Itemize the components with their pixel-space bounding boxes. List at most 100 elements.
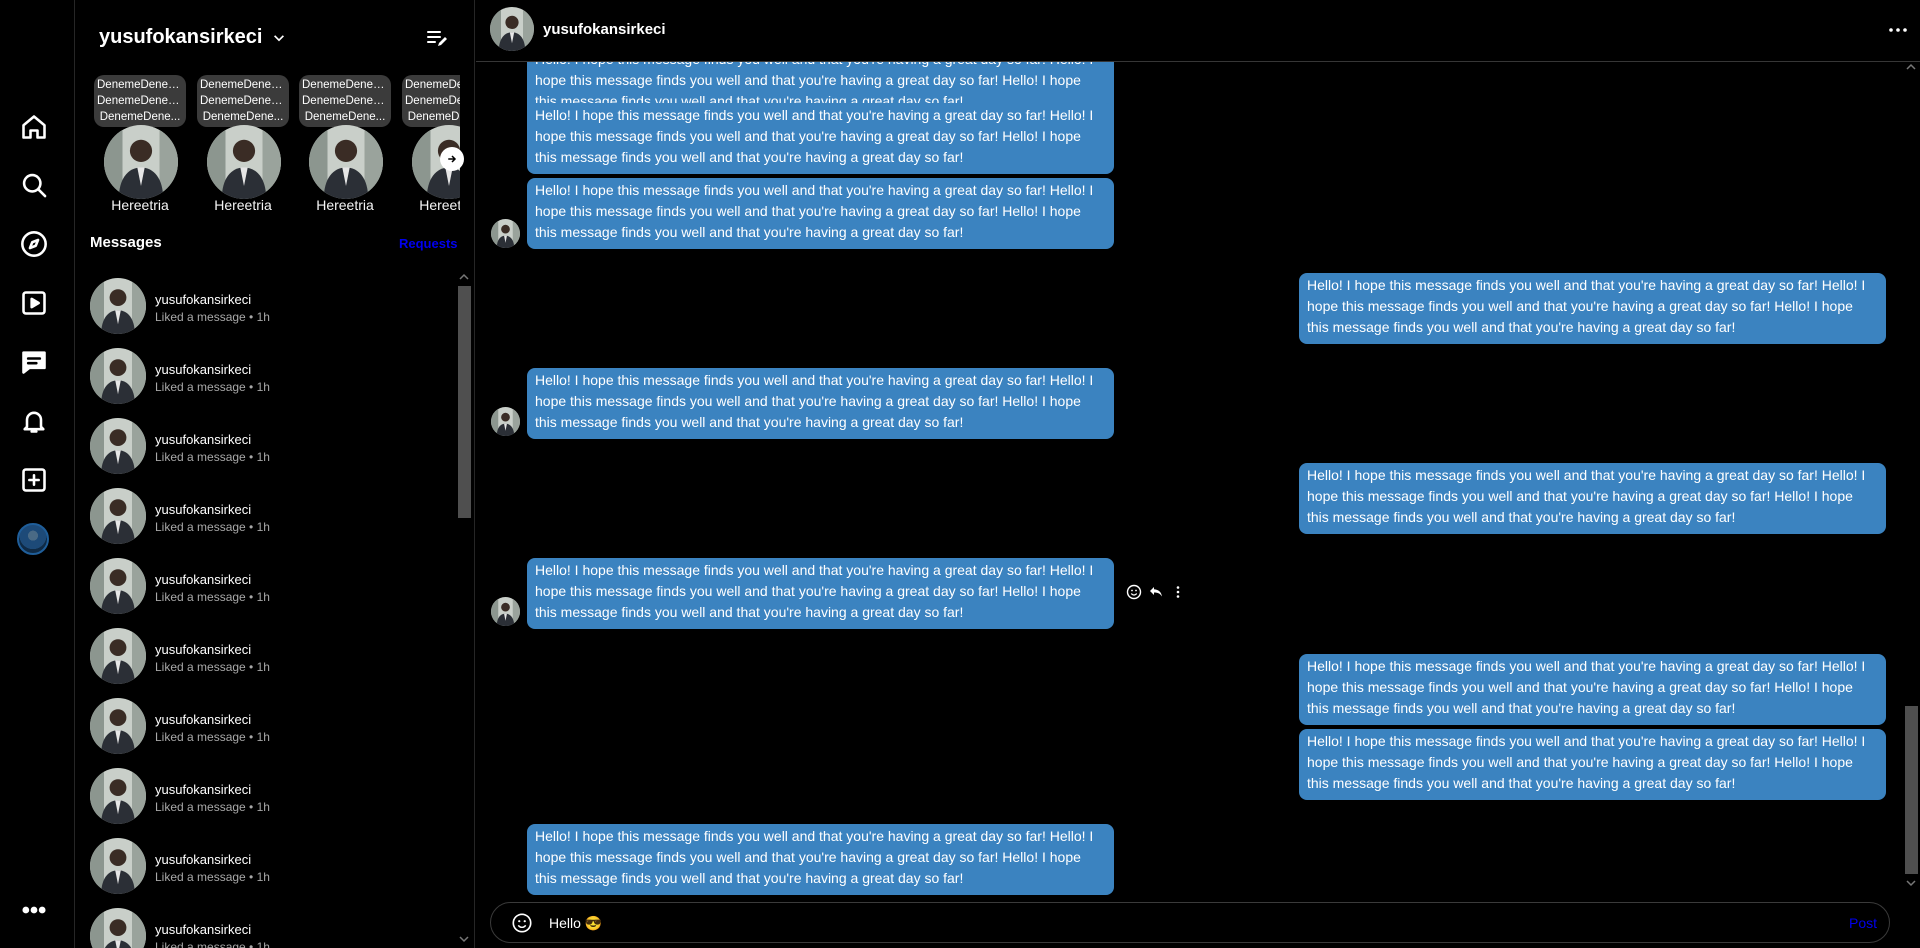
outgoing-message[interactable]: Hello! I hope this message finds you wel…	[1299, 273, 1886, 344]
avatar	[491, 597, 520, 626]
messages-heading: Messages	[90, 234, 162, 251]
create-icon[interactable]	[18, 464, 50, 496]
conversation-sidebar: yusufokansirkeci DenemeDeneme DenemeDenem…	[75, 0, 475, 948]
account-name: yusufokansirkeci	[99, 26, 263, 48]
incoming-message[interactable]: Hello! I hope this message finds you wel…	[527, 103, 1114, 174]
account-switcher[interactable]: yusufokansirkeci	[99, 26, 286, 49]
scrollbar[interactable]	[455, 268, 473, 948]
conversation-name: yusufokansirkeci	[155, 432, 252, 447]
avatar	[309, 125, 383, 199]
avatar	[90, 418, 146, 474]
scroll-down-icon[interactable]	[455, 934, 473, 944]
stories-next-button[interactable]	[440, 147, 464, 171]
conversation-preview: Liked a message • 1h	[155, 380, 270, 394]
outgoing-message[interactable]: Hello! I hope this message finds you wel…	[1299, 654, 1886, 725]
more-icon[interactable]	[18, 894, 50, 926]
react-icon[interactable]	[1126, 584, 1142, 600]
avatar	[90, 488, 146, 544]
conversation-item[interactable]: yusufokansirkeci Liked a message • 1h	[90, 274, 440, 338]
conversation-item[interactable]: yusufokansirkeci Liked a message • 1h	[90, 484, 440, 548]
avatar	[491, 219, 520, 248]
story-item[interactable]: DenemeDenemeDenemeDenemeDenemeDene... He…	[299, 75, 391, 215]
new-message-icon[interactable]	[425, 26, 449, 50]
conversation-item[interactable]: yusufokansirkeci Liked a message • 1h	[90, 554, 440, 618]
conversation-name: yusufokansirkeci	[155, 782, 252, 797]
avatar	[491, 407, 520, 436]
conversation-preview: Liked a message • 1h	[155, 730, 270, 744]
story-name: Hereetria	[214, 197, 272, 213]
avatar[interactable]	[490, 7, 534, 51]
conversation-preview: Liked a message • 1h	[155, 870, 270, 884]
home-icon[interactable]	[18, 111, 50, 143]
incoming-message[interactable]: Hello! I hope this message finds you wel…	[527, 558, 1114, 629]
requests-link[interactable]: Requests	[399, 236, 458, 251]
avatar	[207, 125, 281, 199]
scrollbar[interactable]	[1902, 62, 1920, 892]
scroll-down-icon[interactable]	[1902, 878, 1920, 888]
conversation-item[interactable]: yusufokansirkeci Liked a message • 1h	[90, 344, 440, 408]
avatar	[90, 838, 146, 894]
chat-title[interactable]: yusufokansirkeci	[543, 21, 666, 38]
outgoing-message[interactable]: Hello! I hope this message finds you wel…	[1299, 729, 1886, 800]
avatar	[90, 768, 146, 824]
incoming-message[interactable]: Hello! I hope this message finds you wel…	[527, 824, 1114, 895]
conversation-item[interactable]: yusufokansirkeci Liked a message • 1h	[90, 624, 440, 688]
outgoing-message[interactable]: Hello! I hope this message finds you wel…	[1299, 463, 1886, 534]
story-item[interactable]: DenemeDenemeDenemeDenemeDenemeDene... He…	[197, 75, 289, 215]
conversation-name: yusufokansirkeci	[155, 572, 252, 587]
message-composer: Post	[490, 902, 1890, 943]
notes-strip: DenemeDeneme DenemeDeneme DenemeDene... He…	[94, 75, 460, 215]
search-icon[interactable]	[18, 169, 50, 201]
story-note: DenemeDenemeDenemeDenemeDenemeDene...	[299, 75, 391, 127]
story-item[interactable]: DenemeDenemeDenemeDenemeDenemeDene... He…	[402, 75, 460, 215]
avatar	[90, 908, 146, 948]
more-vertical-icon[interactable]	[1170, 584, 1186, 600]
scroll-up-icon[interactable]	[455, 272, 473, 282]
messages-icon[interactable]	[18, 346, 50, 378]
post-button[interactable]: Post	[1849, 915, 1877, 931]
chat-header: yusufokansirkeci	[476, 0, 1920, 62]
avatar	[90, 348, 146, 404]
conversation-name: yusufokansirkeci	[155, 642, 252, 657]
message-input[interactable]	[549, 912, 1789, 934]
conversation-item[interactable]: yusufokansirkeci Liked a message • 1h	[90, 904, 440, 948]
conversation-name: yusufokansirkeci	[155, 922, 252, 937]
story-name: Hereetria	[419, 197, 460, 213]
emoji-icon[interactable]	[511, 912, 533, 934]
chevron-down-icon	[274, 34, 285, 41]
conversation-preview: Liked a message • 1h	[155, 590, 270, 604]
conversation-name: yusufokansirkeci	[155, 712, 252, 727]
scrollbar-thumb[interactable]	[458, 286, 471, 518]
conversation-item[interactable]: yusufokansirkeci Liked a message • 1h	[90, 834, 440, 898]
conversation-item[interactable]: yusufokansirkeci Liked a message • 1h	[90, 694, 440, 758]
bell-icon[interactable]	[18, 405, 50, 437]
story-note: DenemeDenemeDenemeDenemeDenemeDene...	[197, 75, 289, 127]
conversation-preview: Liked a message • 1h	[155, 450, 270, 464]
incoming-message[interactable]: Hello! I hope this message finds you wel…	[527, 178, 1114, 249]
incoming-message[interactable]: Hello! I hope this message finds you wel…	[527, 368, 1114, 439]
conversation-name: yusufokansirkeci	[155, 852, 252, 867]
reels-icon[interactable]	[18, 287, 50, 319]
scrollbar-thumb[interactable]	[1905, 706, 1918, 874]
more-options-icon[interactable]	[1886, 18, 1910, 42]
story-name: Hereetria	[316, 197, 374, 213]
conversation-item[interactable]: yusufokansirkeci Liked a message • 1h	[90, 764, 440, 828]
conversation-name: yusufokansirkeci	[155, 502, 252, 517]
story-name: Hereetria	[111, 197, 169, 213]
avatar	[104, 125, 178, 199]
message-thread: Hello! I hope this message finds you wel…	[476, 62, 1906, 902]
compass-icon[interactable]	[18, 228, 50, 260]
avatar	[90, 698, 146, 754]
conversation-list: yusufokansirkeci Liked a message • 1h yusu…	[75, 270, 455, 948]
message-actions	[1126, 584, 1186, 600]
conversation-item[interactable]: yusufokansirkeci Liked a message • 1h	[90, 414, 440, 478]
reply-icon[interactable]	[1148, 584, 1164, 600]
avatar	[90, 278, 146, 334]
story-note: DenemeDenemeDenemeDenemeDenemeDene...	[402, 75, 460, 127]
chat-panel: yusufokansirkeci Hello! I hope this mess…	[476, 0, 1920, 948]
arrow-right-icon	[448, 155, 457, 163]
story-item[interactable]: DenemeDenemeDenemeDenemeDenemeDene... He…	[94, 75, 186, 215]
scroll-up-icon[interactable]	[1902, 62, 1920, 72]
profile-avatar[interactable]	[17, 523, 49, 555]
conversation-preview: Liked a message • 1h	[155, 800, 270, 814]
